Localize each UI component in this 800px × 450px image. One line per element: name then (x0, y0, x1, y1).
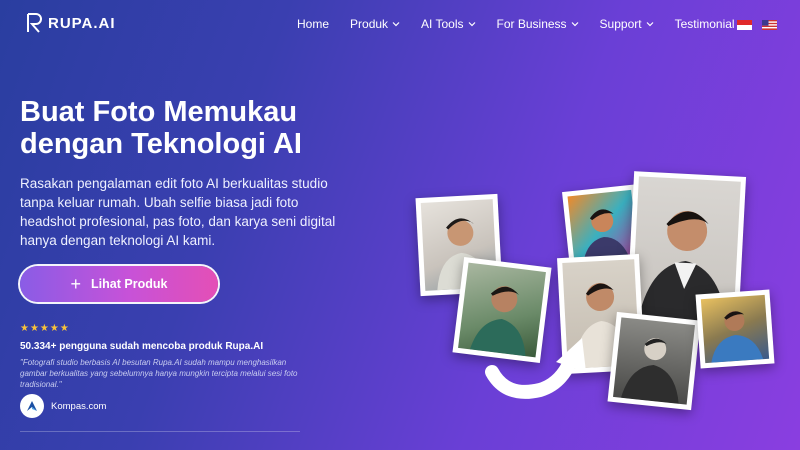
top-nav: RUPA.AI Home Produk AI Tools For Busines… (0, 0, 800, 48)
curved-arrow-icon (485, 338, 586, 399)
plus-icon: + (70, 274, 82, 294)
nav-testimonial-label: Testimonial (674, 17, 735, 31)
nav-testimonial[interactable]: Testimonial (675, 17, 735, 31)
us-flag-icon[interactable] (762, 20, 777, 30)
nav-support[interactable]: Support (600, 17, 654, 31)
hero-title: Buat Foto Memukau dengan Teknologi AI (20, 96, 302, 160)
brand-logo[interactable]: RUPA.AI (26, 13, 116, 33)
kompas-logo-icon (20, 394, 44, 418)
quote-source-label: Kompas.com (51, 400, 107, 412)
nav-ai-tools-label: AI Tools (421, 17, 464, 31)
quote-source[interactable]: Kompas.com (20, 394, 106, 418)
nav-home[interactable]: Home (297, 17, 329, 31)
lihat-produk-button[interactable]: + Lihat Produk (20, 266, 218, 302)
nav-home-label: Home (297, 17, 330, 31)
collage-photo-outdoor (695, 289, 775, 369)
user-count-text: 50.334+ pengguna sudah mencoba produk Ru… (20, 341, 264, 352)
nav-support-label: Support (599, 17, 642, 31)
nav-produk-label: Produk (350, 17, 389, 31)
chevron-down-icon (392, 22, 400, 27)
rating-stars: ★★★★★ (20, 323, 70, 334)
indonesia-flag-icon[interactable] (737, 20, 752, 30)
main-menu: Home Produk AI Tools For Business Suppor… (297, 17, 735, 31)
testimonial-quote: "Fotografi studio berbasis AI besutan Ru… (20, 358, 298, 389)
nav-for-business[interactable]: For Business (497, 17, 579, 31)
hero-subtitle: Rasakan pengalaman edit foto AI berkuali… (20, 176, 336, 248)
section-divider (20, 431, 300, 432)
rupa-logo-icon (27, 13, 42, 33)
brand-name: RUPA.AI (48, 14, 116, 32)
collage-photo-formal-2 (607, 311, 701, 411)
nav-produk[interactable]: Produk (350, 17, 400, 31)
chevron-down-icon (468, 22, 475, 27)
nav-ai-tools[interactable]: AI Tools (421, 17, 475, 31)
chevron-down-icon (571, 22, 578, 27)
chevron-down-icon (646, 22, 654, 27)
nav-for-business-label: For Business (496, 17, 567, 31)
lihat-produk-label: Lihat Produk (91, 277, 168, 291)
